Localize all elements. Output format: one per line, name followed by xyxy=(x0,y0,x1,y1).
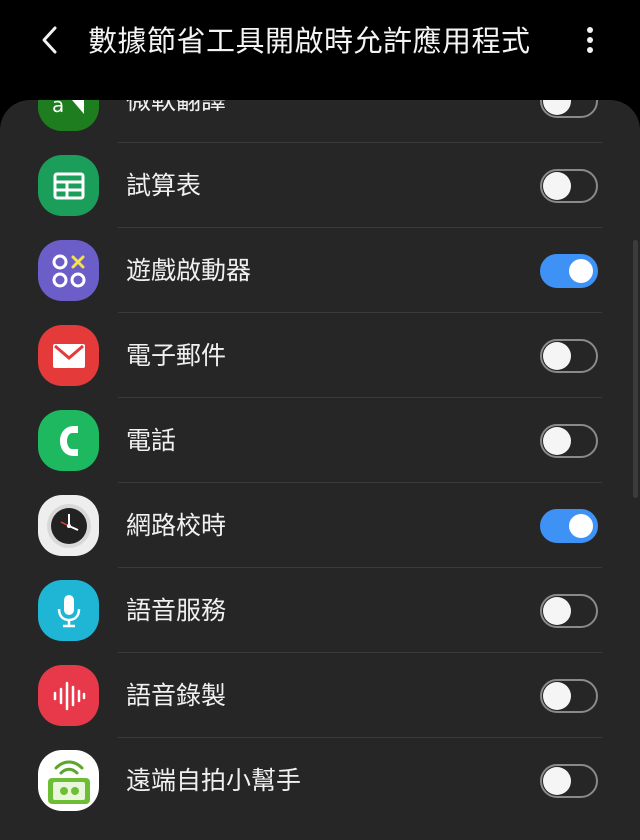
app-row-voice-recorder[interactable]: 語音錄製 xyxy=(0,653,640,738)
app-toggle[interactable] xyxy=(540,594,598,628)
app-row-remote-selfie[interactable]: 遠端自拍小幫手 xyxy=(0,738,640,823)
app-label: 試算表 xyxy=(126,171,202,200)
chevron-left-icon xyxy=(42,26,57,54)
app-row-game-launcher[interactable]: 遊戲啟動器 xyxy=(0,228,640,313)
microsoft-translator-icon: a xyxy=(38,100,99,131)
back-button[interactable] xyxy=(30,20,70,60)
spreadsheet-icon xyxy=(38,155,99,216)
app-label: 遊戲啟動器 xyxy=(126,256,252,285)
app-toggle[interactable] xyxy=(540,100,598,118)
clock-icon xyxy=(38,495,99,556)
app-label: 語音服務 xyxy=(126,596,227,625)
svg-text:a: a xyxy=(52,100,64,117)
app-label: 語音錄製 xyxy=(126,681,227,710)
app-toggle[interactable] xyxy=(540,424,598,458)
app-row-phone[interactable]: 電話 xyxy=(0,398,640,483)
page-title: 數據節省工具開啟時允許應用程式 xyxy=(88,24,531,58)
app-toggle[interactable] xyxy=(540,509,598,543)
voice-recorder-icon xyxy=(38,665,99,726)
app-toggle[interactable] xyxy=(540,764,598,798)
app-row-network-time[interactable]: 網路校時 xyxy=(0,483,640,568)
app-label: 網路校時 xyxy=(126,511,227,540)
app-row-spreadsheet[interactable]: 試算表 xyxy=(0,143,640,228)
email-icon xyxy=(38,325,99,386)
app-row-email[interactable]: 電子郵件 xyxy=(0,313,640,398)
app-label: 電子郵件 xyxy=(126,341,227,370)
phone-icon xyxy=(38,410,99,471)
app-row-speech-service[interactable]: 語音服務 xyxy=(0,568,640,653)
app-label: 電話 xyxy=(126,426,177,455)
game-launcher-icon xyxy=(38,240,99,301)
remote-selfie-icon xyxy=(38,750,99,811)
more-options-button[interactable] xyxy=(572,20,608,60)
app-label: 遠端自拍小幫手 xyxy=(126,766,302,795)
app-toggle[interactable] xyxy=(540,169,598,203)
top-app-bar: 數據節省工具開啟時允許應用程式 xyxy=(0,0,640,84)
microphone-icon xyxy=(38,580,99,641)
app-toggle[interactable] xyxy=(540,679,598,713)
app-toggle[interactable] xyxy=(540,254,598,288)
app-toggle[interactable] xyxy=(540,339,598,373)
more-vertical-icon xyxy=(587,27,593,53)
app-list[interactable]: a 微軟翻譯 試算表 遊戲啟動器 電子郵件 電話 網路校時 語音服務 語音錄製 … xyxy=(0,100,640,840)
app-row-microsoft-translator[interactable]: a 微軟翻譯 xyxy=(0,100,640,143)
app-label: 微軟翻譯 xyxy=(126,100,227,115)
scrollbar[interactable] xyxy=(633,240,638,498)
